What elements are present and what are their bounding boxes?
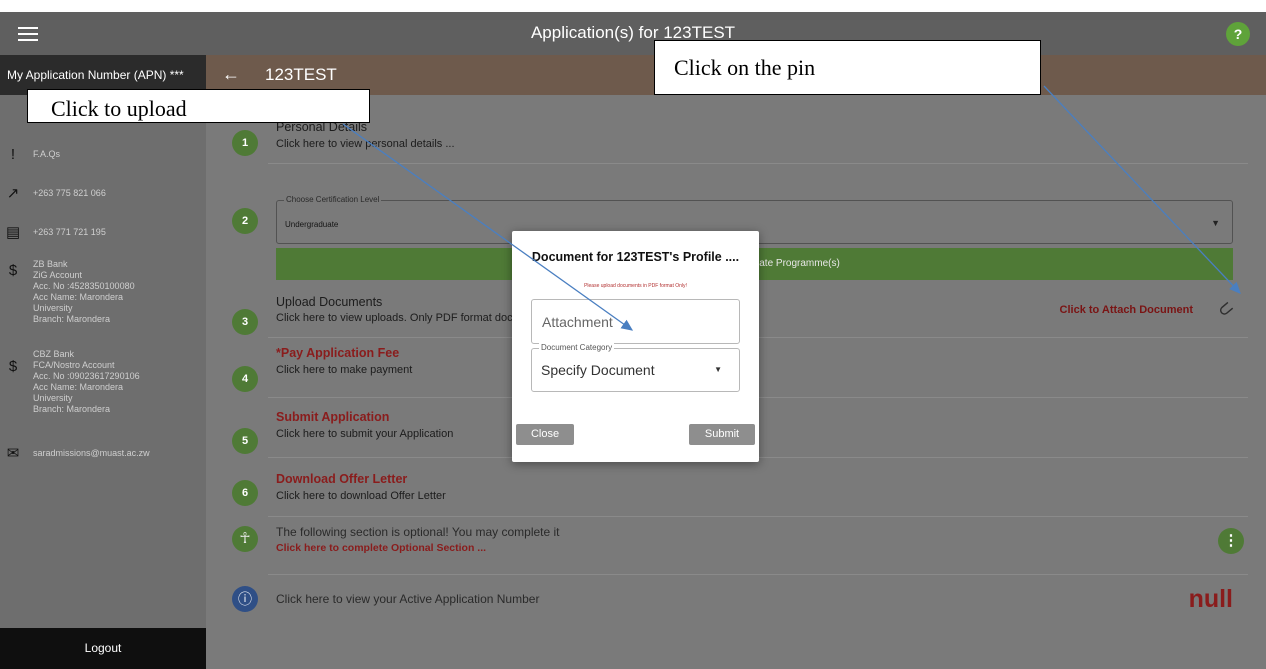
sidebar-item-label: F.A.Qs [33,149,61,159]
callout-click-to-upload: Click to upload [27,89,370,123]
submit-button[interactable]: Submit [689,424,755,445]
call-made-icon: ↗ [6,185,20,202]
step-number: 6 [232,480,258,506]
sidebar-item-label: ZB Bank ZiG Account Acc. No :45283501000… [33,259,135,324]
step-subtitle: Click here to view personal details ... [276,138,455,150]
step-title: Download Offer Letter [276,472,408,486]
page-title: Application(s) for 123TEST [530,23,736,42]
step-number: 3 [232,309,258,335]
step-subtitle: Click here to submit your Application [276,428,454,440]
apn-value: null [1188,585,1233,613]
accessibility-icon: ☥ [232,526,258,552]
step-number: 5 [232,428,258,454]
sidebar-item-label: +263 771 721 195 [33,227,106,237]
step-subtitle: Click here to make payment [276,364,413,376]
optional-link[interactable]: Click here to complete Optional Section … [276,542,486,554]
back-arrow-icon[interactable]: ← [222,64,240,85]
document-category-select[interactable]: Document Category Specify Document ▼ [531,343,740,392]
sidebar: My Application Number (APN) *** ! F.A.Qs… [0,55,206,669]
app-frame: Application(s) for 123TEST ? My Applicat… [0,12,1266,669]
sidebar-item-label: CBZ Bank FCA/Nostro Account Acc. No :090… [33,349,140,414]
mail-icon: ✉ [6,445,20,462]
optional-title: The following section is optional! You m… [276,525,560,539]
attach-document-link[interactable]: Click to Attach Document [1060,304,1193,316]
select-legend: Document Category [539,343,615,352]
currency-icon: $ [8,262,18,279]
select-legend: Choose Certification Level [284,195,382,204]
dropdown-arrow-icon: ▼ [714,365,722,374]
attachment-input[interactable] [533,301,738,342]
message-icon: ▤ [6,224,21,241]
more-options-icon[interactable]: ⋮ [1218,528,1244,554]
select-value: Undergraduate [285,220,339,229]
currency-icon: $ [8,358,18,375]
step-number: 1 [232,130,258,156]
dropdown-arrow-icon: ▼ [1211,218,1220,228]
dialog-title: Document for 123TEST's Profile .... [531,250,740,264]
step-title: Submit Application [276,410,390,424]
step-number: 2 [232,208,258,234]
upload-document-dialog: Document for 123TEST's Profile .... Plea… [512,231,759,462]
logout-button[interactable]: Logout [0,628,206,669]
faq-icon: ! [10,146,16,163]
step-title: *Pay Application Fee [276,346,400,360]
help-icon[interactable]: ? [1226,22,1250,46]
callout-click-on-pin: Click on the pin [654,40,1041,95]
attachment-field[interactable] [531,299,740,344]
step-subtitle: Click here to download Offer Letter [276,490,446,502]
select-value: Specify Document [541,362,655,378]
sidebar-item-label: saradmissions@muast.ac.zw [33,448,150,458]
divider [268,574,1248,575]
info-icon: ⓘ [232,586,258,612]
dialog-note: Please upload documents in PDF format On… [584,283,687,289]
apn-text: Click here to view your Active Applicati… [276,592,540,606]
sidebar-item-label: +263 775 821 066 [33,188,106,198]
application-name: 123TEST [265,65,337,84]
divider [268,516,1248,517]
close-button[interactable]: Close [516,424,574,445]
divider [268,163,1248,164]
top-app-bar: Application(s) for 123TEST ? [0,12,1266,55]
step-title: Upload Documents [276,295,383,309]
step-number: 4 [232,366,258,392]
paperclip-icon[interactable]: ⊂ [1213,296,1240,324]
